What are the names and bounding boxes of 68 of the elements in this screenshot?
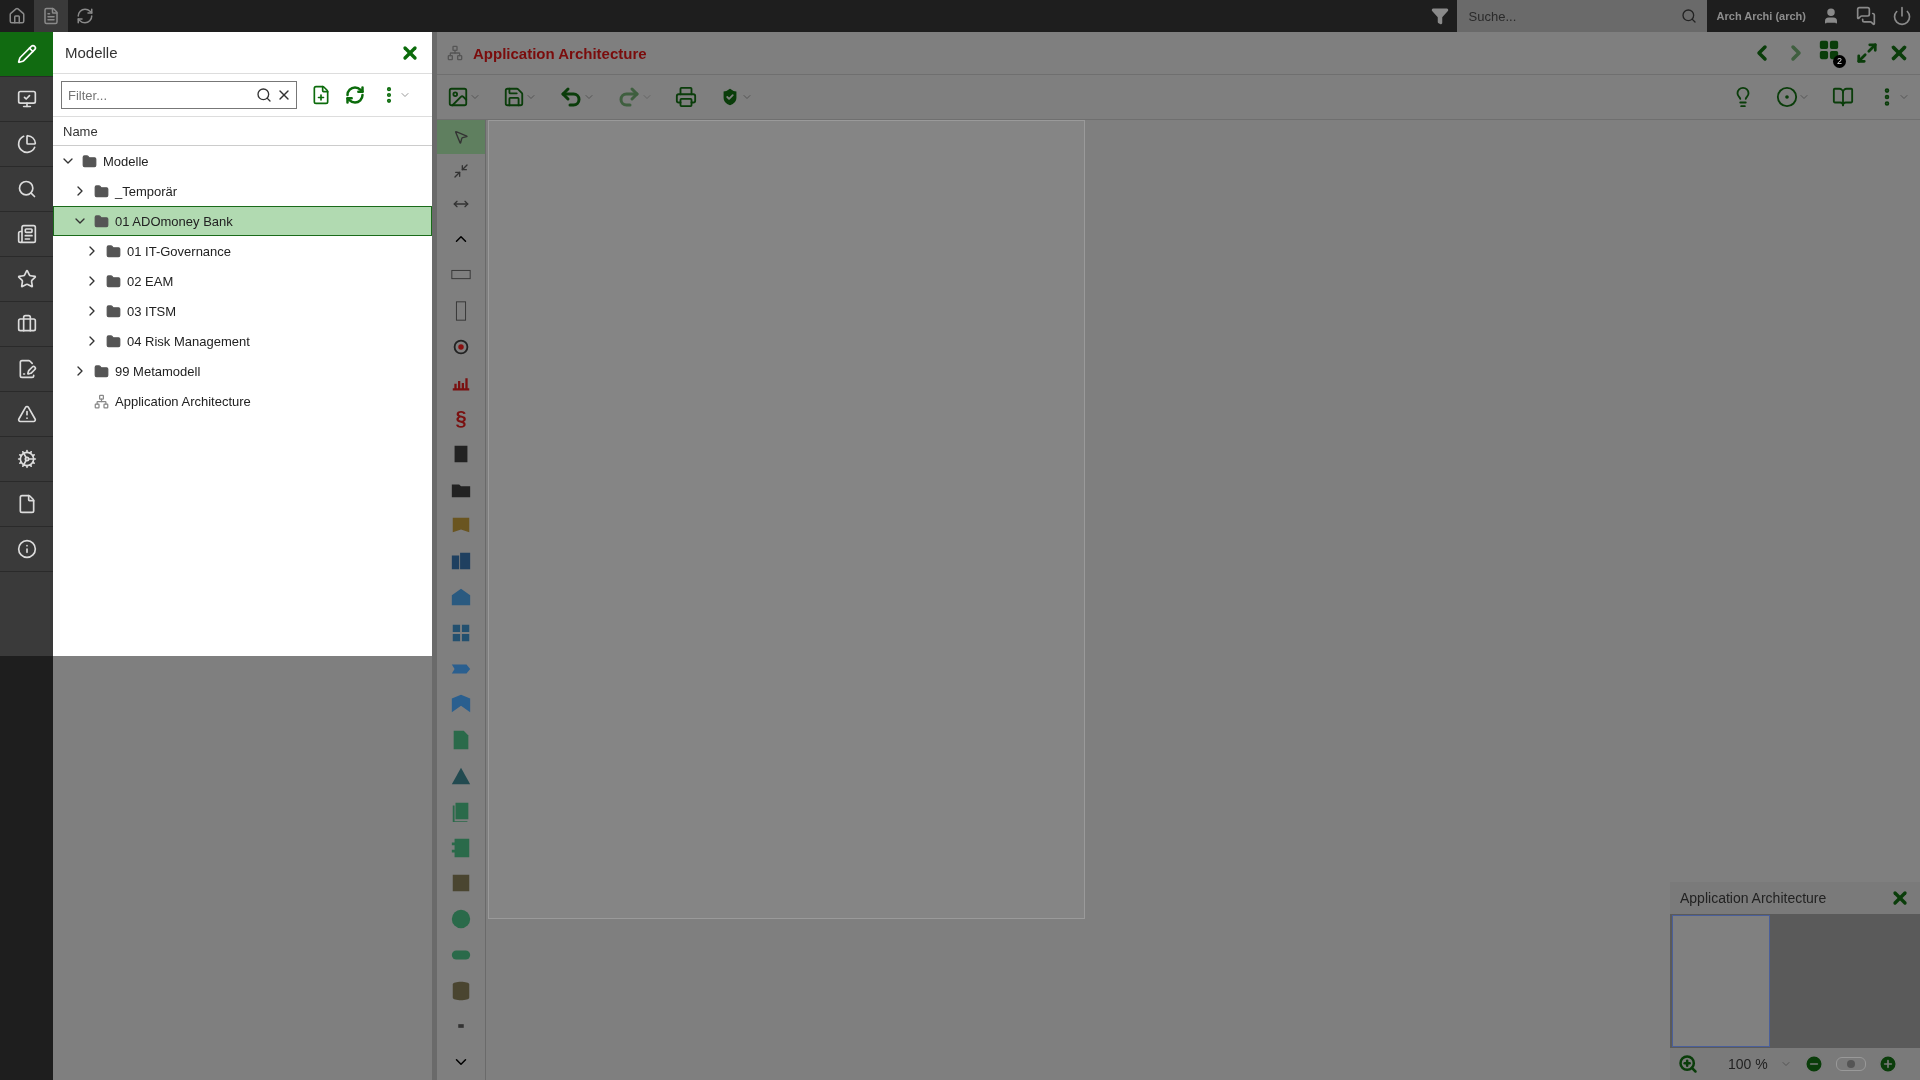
- search-icon: [16, 179, 37, 199]
- undo-icon[interactable]: [559, 85, 595, 109]
- tree-item[interactable]: Modelle: [53, 146, 432, 176]
- info-icon: [16, 539, 37, 559]
- tree-item[interactable]: 99 Metamodell: [53, 356, 432, 386]
- folder-icon: [94, 213, 109, 229]
- chat-icon[interactable]: [1856, 6, 1876, 26]
- folder-icon: [82, 153, 97, 169]
- editor-title: Application Architecture: [473, 44, 647, 62]
- toolbox-icon: [16, 314, 37, 334]
- image-icon[interactable]: [447, 86, 481, 108]
- pointer-icon: [453, 128, 469, 145]
- tree-item[interactable]: 01 IT-Governance: [53, 236, 432, 266]
- tree-item[interactable]: 02 EAM: [53, 266, 432, 296]
- tree-item[interactable]: 01 ADOmoney Bank: [53, 206, 432, 236]
- minimap-title: Application Architecture: [1680, 890, 1827, 906]
- pie-chart-icon: [16, 134, 37, 154]
- top-tab[interactable]: [34, 0, 68, 32]
- tree-item[interactable]: Application Architecture: [53, 386, 432, 416]
- search-input[interactable]: Suche...: [1466, 7, 1681, 25]
- filter-icon[interactable]: [1430, 7, 1449, 25]
- zoom-out-icon[interactable]: [1803, 1054, 1824, 1074]
- refresh-icon: [76, 7, 94, 25]
- zoom-in-icon[interactable]: [1877, 1054, 1898, 1074]
- print-icon[interactable]: [675, 86, 697, 108]
- warning-icon: [16, 404, 37, 424]
- zoom-slider[interactable]: [1835, 1057, 1866, 1071]
- tree-item[interactable]: _Temporär: [53, 176, 432, 206]
- search-icon[interactable]: [256, 87, 272, 103]
- tree-item[interactable]: 03 ITSM: [53, 296, 432, 326]
- monitor-icon: [16, 89, 37, 109]
- folder-icon: [106, 243, 121, 259]
- pencil-icon: [16, 44, 37, 64]
- folder-icon: [106, 333, 121, 349]
- close-icon[interactable]: [1890, 888, 1910, 908]
- shrink-icon: [453, 162, 469, 179]
- column-header[interactable]: Name: [53, 117, 432, 146]
- home-icon: [8, 7, 26, 25]
- book-icon[interactable]: [1832, 86, 1854, 108]
- star-icon: [16, 269, 37, 289]
- palette-tool[interactable]: [437, 120, 485, 154]
- zoom-fit-icon[interactable]: [1678, 1054, 1698, 1074]
- slider-thumb[interactable]: [1846, 1060, 1855, 1068]
- panel-title: Modelle: [65, 44, 118, 61]
- redo-icon[interactable]: [617, 85, 653, 109]
- user-name[interactable]: Arch Archi (arch): [1716, 10, 1806, 22]
- settings-icon: [16, 449, 37, 469]
- new-file-icon[interactable]: [311, 85, 331, 105]
- user-icon[interactable]: [1822, 7, 1840, 25]
- tree-item[interactable]: 04 Risk Management: [53, 326, 432, 356]
- folder-icon: [106, 303, 121, 319]
- folder-icon: [94, 183, 109, 199]
- nav-button[interactable]: [0, 32, 53, 77]
- maximize-icon[interactable]: [1856, 42, 1878, 64]
- document-icon: [42, 7, 60, 25]
- zoom-value[interactable]: 100 %: [1728, 1056, 1768, 1072]
- model-icon: [447, 45, 463, 61]
- count-badge: 2: [1833, 54, 1846, 68]
- refresh-icon[interactable]: [345, 85, 365, 105]
- database-icon[interactable]: [450, 979, 472, 1002]
- search-field[interactable]: Suche...: [1456, 0, 1707, 32]
- model-icon: [94, 393, 109, 409]
- newspaper-icon: [16, 224, 37, 244]
- filter-field[interactable]: Filter...: [61, 81, 297, 109]
- folder-icon: [106, 273, 121, 289]
- save-icon[interactable]: [503, 86, 537, 108]
- folder-icon: [94, 363, 109, 379]
- power-icon[interactable]: [1892, 6, 1912, 26]
